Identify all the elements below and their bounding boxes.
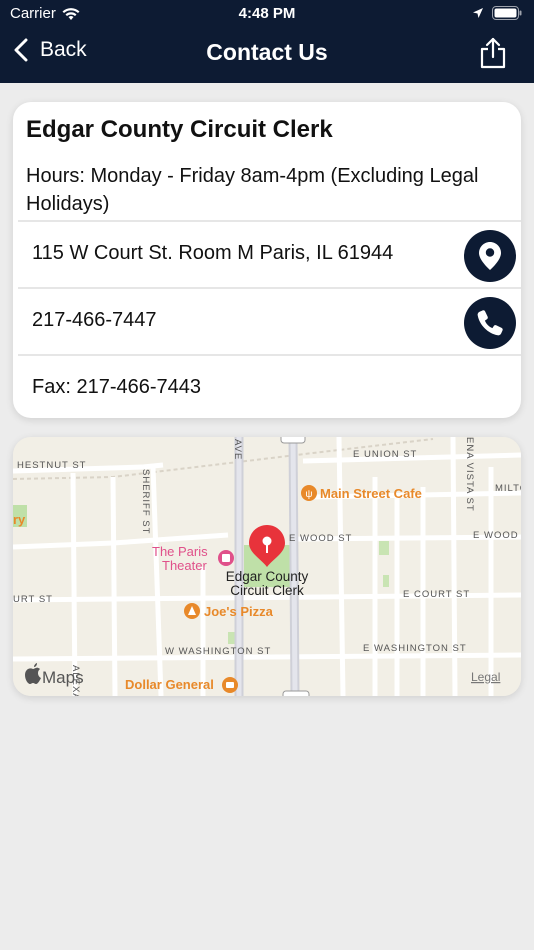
call-button[interactable] xyxy=(464,297,516,349)
location-arrow-icon xyxy=(473,8,483,18)
street-label-court-east: E COURT ST xyxy=(403,589,470,600)
address-text: 115 W Court St. Room M Paris, IL 61944 xyxy=(32,242,394,264)
navigation-bar: Carrier 4:48 PM Back Contact Us xyxy=(0,0,534,83)
street-label-ave: AVE xyxy=(232,439,243,460)
street-label-vista: ENA VISTA ST xyxy=(464,437,475,512)
maps-attribution-label: Maps xyxy=(42,668,84,687)
address-row[interactable]: 115 W Court St. Room M Paris, IL 61944 xyxy=(18,220,521,286)
street-label-washington-west: W WASHINGTON ST xyxy=(165,646,271,657)
street-label-wood-2: E WOOD S xyxy=(473,530,521,541)
phone-text: 217-466-7447 xyxy=(32,309,157,331)
status-bar: Carrier 4:48 PM xyxy=(0,0,534,28)
street-label-court-west: URT ST xyxy=(13,594,53,605)
poi-theater-label-1: The Paris xyxy=(152,544,208,559)
poi-main-street-cafe[interactable]: ψ Main Street Cafe xyxy=(301,485,422,501)
office-hours: Hours: Monday - Friday 8am-4pm (Excludin… xyxy=(26,165,479,215)
street-label-union: E UNION ST xyxy=(353,449,417,460)
share-button[interactable] xyxy=(480,37,506,74)
poi-cafe-label: Main Street Cafe xyxy=(320,486,422,501)
phone-row[interactable]: 217-466-7447 xyxy=(18,287,521,353)
pin-label-1: Edgar County xyxy=(226,569,309,584)
poi-dollar-label: Dollar General xyxy=(125,677,214,692)
page-title: Contact Us xyxy=(206,39,328,65)
street-label-wood-1: E WOOD ST xyxy=(289,533,352,544)
organization-name: Edgar County Circuit Clerk xyxy=(26,116,333,143)
poi-pizza-label: Joe's Pizza xyxy=(204,604,274,619)
map-pin-icon xyxy=(479,242,501,270)
location-map[interactable]: HESTNUT ST E UNION ST E WOOD ST E WOOD S… xyxy=(13,437,521,696)
status-right xyxy=(472,6,522,20)
map-canvas: HESTNUT ST E UNION ST E WOOD ST E WOOD S… xyxy=(13,437,521,696)
legal-link[interactable]: Legal xyxy=(471,670,500,684)
pin-label-2: Circuit Clerk xyxy=(230,583,304,598)
fork-knife-icon: ψ xyxy=(305,489,312,500)
fax-row: Fax: 217-466-7443 xyxy=(18,354,521,416)
poi-joes-pizza[interactable]: Joe's Pizza xyxy=(184,603,274,619)
directions-button[interactable] xyxy=(464,230,516,282)
poi-theater-label-2: Theater xyxy=(162,558,207,573)
phone-icon xyxy=(477,310,503,336)
fax-text: Fax: 217-466-7443 xyxy=(32,376,202,398)
poi-partial-label: ry xyxy=(13,512,26,527)
shopping-bag-icon xyxy=(226,682,234,688)
street-label-sheriff: SHERIFF ST xyxy=(140,469,151,534)
street-label-milton: MILTO xyxy=(495,483,521,494)
street-label-chestnut: HESTNUT ST xyxy=(17,460,86,471)
street-label-washington-east: E WASHINGTON ST xyxy=(363,643,467,654)
share-icon xyxy=(480,37,506,69)
battery-icon xyxy=(492,6,522,20)
theater-icon xyxy=(222,554,230,562)
contact-card: Edgar County Circuit Clerk Hours: Monday… xyxy=(13,102,521,418)
status-time: 4:48 PM xyxy=(238,5,296,22)
